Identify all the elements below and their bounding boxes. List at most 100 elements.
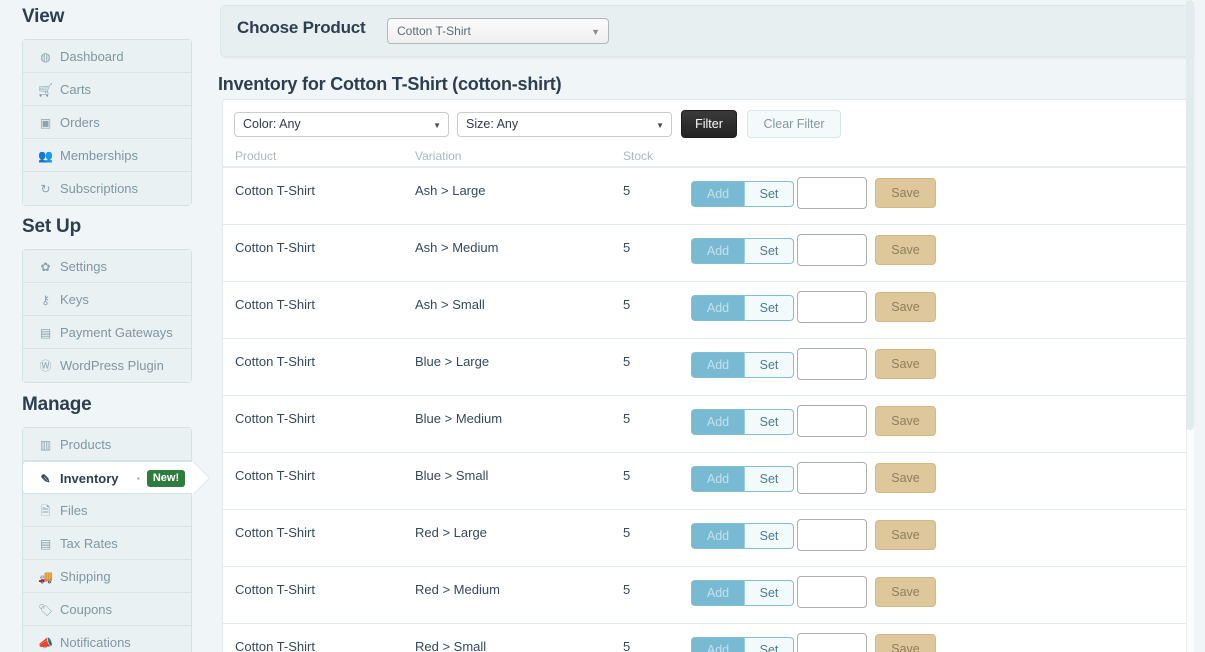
sidebar-item-label: Memberships bbox=[60, 148, 139, 163]
sidebar-item-notifications[interactable]: 📣 Notifications bbox=[23, 626, 191, 652]
choose-product-panel: Choose Product Cotton T-Shirt ▼ bbox=[220, 5, 1193, 57]
save-button[interactable]: Save bbox=[875, 235, 936, 265]
sidebar-group-heading-view: View bbox=[22, 6, 65, 27]
quantity-input[interactable] bbox=[797, 234, 867, 266]
cell-stock: 5 bbox=[623, 354, 631, 369]
color-filter-select[interactable]: Color: Any ▼ bbox=[234, 112, 449, 137]
barcode-icon: ▥ bbox=[39, 438, 52, 452]
sidebar-item-coupons[interactable]: 🏷 Coupons bbox=[23, 593, 191, 626]
cell-product: Cotton T-Shirt bbox=[235, 297, 315, 312]
status-badge-new: New! bbox=[146, 470, 186, 487]
truck-icon: 🚚 bbox=[38, 570, 53, 584]
sidebar-item-label: WordPress Plugin bbox=[60, 358, 164, 373]
save-button[interactable]: Save bbox=[875, 292, 936, 322]
quantity-input[interactable] bbox=[797, 348, 867, 380]
set-button[interactable]: Set bbox=[744, 523, 794, 549]
table-row: Cotton T-Shirt Ash > Large 5 Add Set Save bbox=[223, 168, 1188, 225]
quantity-input[interactable] bbox=[797, 405, 867, 437]
chevron-down-icon: ▼ bbox=[591, 27, 600, 37]
page-title: Inventory for Cotton T-Shirt (cotton-shi… bbox=[218, 74, 562, 94]
product-select[interactable]: Cotton T-Shirt ▼ bbox=[387, 18, 609, 44]
quantity-input[interactable] bbox=[797, 633, 867, 652]
set-button[interactable]: Set bbox=[744, 409, 794, 435]
sidebar-item-payment-gateways[interactable]: ▤ Payment Gateways bbox=[23, 316, 191, 349]
set-button[interactable]: Set bbox=[744, 181, 794, 207]
add-button[interactable]: Add bbox=[691, 466, 744, 492]
sidebar-item-dashboard[interactable]: ◍ Dashboard bbox=[23, 40, 191, 73]
table-row: Cotton T-Shirt Ash > Medium 5 Add Set Save bbox=[223, 225, 1188, 282]
sidebar-item-memberships[interactable]: 👥 Memberships bbox=[23, 139, 191, 172]
table-row: Cotton T-Shirt Ash > Small 5 Add Set Save bbox=[223, 282, 1188, 339]
cell-product: Cotton T-Shirt bbox=[235, 411, 315, 426]
sidebar-item-orders[interactable]: ▣ Orders bbox=[23, 106, 191, 139]
set-button[interactable]: Set bbox=[744, 466, 794, 492]
table-row: Cotton T-Shirt Red > Small 5 Add Set Save bbox=[223, 624, 1188, 652]
add-button[interactable]: Add bbox=[691, 523, 744, 549]
sidebar-item-label: Subscriptions bbox=[60, 181, 139, 196]
cell-stock: 5 bbox=[623, 639, 631, 652]
add-button[interactable]: Add bbox=[691, 295, 744, 321]
quantity-input[interactable] bbox=[797, 177, 867, 209]
clear-filter-button[interactable]: Clear Filter bbox=[747, 110, 841, 138]
save-button[interactable]: Save bbox=[875, 349, 936, 379]
add-button[interactable]: Add bbox=[691, 238, 744, 264]
set-button[interactable]: Set bbox=[744, 580, 794, 606]
main-content: Choose Product Cotton T-Shirt ▼ Inventor… bbox=[218, 0, 1205, 652]
cell-variation: Ash > Small bbox=[415, 297, 485, 312]
quantity-input[interactable] bbox=[797, 291, 867, 323]
save-button[interactable]: Save bbox=[875, 463, 936, 493]
filter-bar: Color: Any ▼ Size: Any ▼ Filter Clear Fi… bbox=[223, 100, 1188, 149]
add-button[interactable]: Add bbox=[691, 580, 744, 606]
save-button[interactable]: Save bbox=[875, 178, 936, 208]
sidebar-item-label: Settings bbox=[60, 259, 107, 274]
sidebar-item-products[interactable]: ▥ Products bbox=[23, 428, 191, 461]
sidebar-item-settings[interactable]: ✿ Settings bbox=[23, 250, 191, 283]
sidebar-item-files[interactable]: 🗎 Files bbox=[23, 494, 191, 527]
size-filter-select[interactable]: Size: Any ▼ bbox=[457, 112, 672, 137]
set-button[interactable]: Set bbox=[744, 637, 794, 652]
set-button[interactable]: Set bbox=[744, 295, 794, 321]
sidebar-menu-view: ◍ Dashboard 🛒 Carts ▣ Orders 👥 Memberships ↻… bbox=[22, 39, 192, 206]
quantity-input[interactable] bbox=[797, 519, 867, 551]
file-icon: 🗎 bbox=[40, 504, 51, 518]
tag-icon: 🏷 bbox=[37, 603, 54, 617]
sidebar-item-separator: · bbox=[136, 471, 141, 486]
gear-icon: ✿ bbox=[40, 260, 51, 274]
quantity-input[interactable] bbox=[797, 576, 867, 608]
add-button[interactable]: Add bbox=[691, 409, 744, 435]
cell-stock: 5 bbox=[623, 240, 631, 255]
set-button[interactable]: Set bbox=[744, 238, 794, 264]
table-row: Cotton T-Shirt Blue > Large 5 Add Set Save bbox=[223, 339, 1188, 396]
save-button[interactable]: Save bbox=[875, 520, 936, 550]
cell-stock: 5 bbox=[623, 411, 631, 426]
sidebar-item-shipping[interactable]: 🚚 Shipping bbox=[23, 560, 191, 593]
sidebar-item-wordpress-plugin[interactable]: Ⓦ WordPress Plugin bbox=[23, 349, 191, 382]
add-button[interactable]: Add bbox=[691, 637, 744, 652]
quantity-input[interactable] bbox=[797, 462, 867, 494]
size-filter-value: Size: Any bbox=[466, 117, 519, 131]
cell-product: Cotton T-Shirt bbox=[235, 525, 315, 540]
credit-card-icon: ▤ bbox=[39, 326, 52, 340]
filter-button[interactable]: Filter bbox=[681, 110, 737, 138]
sidebar-item-keys[interactable]: ⚷ Keys bbox=[23, 283, 191, 316]
cell-variation: Red > Small bbox=[415, 639, 487, 652]
add-button[interactable]: Add bbox=[691, 181, 744, 207]
inventory-table-body: Cotton T-Shirt Ash > Large 5 Add Set Save Cott… bbox=[223, 168, 1188, 652]
save-button[interactable]: Save bbox=[875, 406, 936, 436]
save-button[interactable]: Save bbox=[875, 577, 936, 607]
megaphone-icon: 📣 bbox=[38, 636, 53, 650]
set-button[interactable]: Set bbox=[744, 352, 794, 378]
save-button[interactable]: Save bbox=[875, 634, 936, 652]
dashboard-icon: ◍ bbox=[40, 50, 51, 64]
sidebar-item-subscriptions[interactable]: ↻ Subscriptions bbox=[23, 172, 191, 205]
book-icon: ▤ bbox=[39, 537, 52, 551]
sidebar-item-inventory[interactable]: ✎ Inventory · New! bbox=[22, 461, 192, 494]
sidebar-item-tax-rates[interactable]: ▤ Tax Rates bbox=[23, 527, 191, 560]
chevron-down-icon: ▼ bbox=[433, 121, 441, 130]
add-button[interactable]: Add bbox=[691, 352, 744, 378]
page-scrollbar-thumb[interactable] bbox=[1186, 0, 1194, 430]
cell-product: Cotton T-Shirt bbox=[235, 468, 315, 483]
sidebar-item-label: Shipping bbox=[60, 569, 111, 584]
sidebar-item-carts[interactable]: 🛒 Carts bbox=[23, 73, 191, 106]
key-icon: ⚷ bbox=[41, 293, 50, 307]
